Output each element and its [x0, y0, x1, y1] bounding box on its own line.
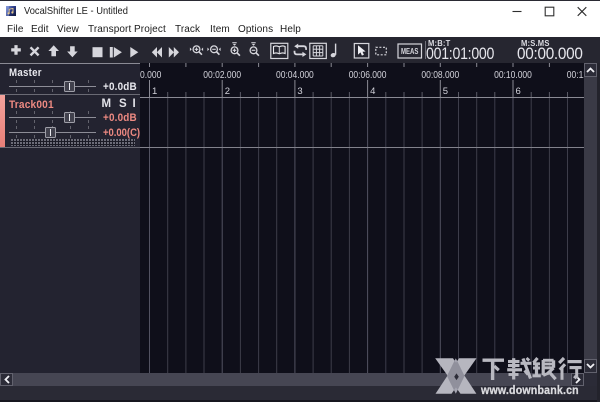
svg-text:3: 3: [297, 86, 302, 97]
svg-text:00:08.000: 00:08.000: [421, 69, 459, 80]
svg-text:00:10.000: 00:10.000: [494, 69, 532, 80]
svg-text:6: 6: [516, 86, 521, 97]
svg-text:4: 4: [370, 86, 375, 97]
svg-text:00:02.000: 00:02.000: [203, 69, 241, 80]
svg-text:00:04.000: 00:04.000: [276, 69, 314, 80]
svg-text:00:12.000: 00:12.000: [567, 69, 584, 80]
svg-text:MEAS: MEAS: [401, 46, 419, 56]
svg-text:5: 5: [443, 86, 448, 97]
svg-text:2: 2: [225, 86, 230, 97]
svg-text:1: 1: [152, 86, 157, 97]
svg-text:00:06.000: 00:06.000: [349, 69, 387, 80]
svg-text:00:00.000: 00:00.000: [140, 69, 161, 80]
